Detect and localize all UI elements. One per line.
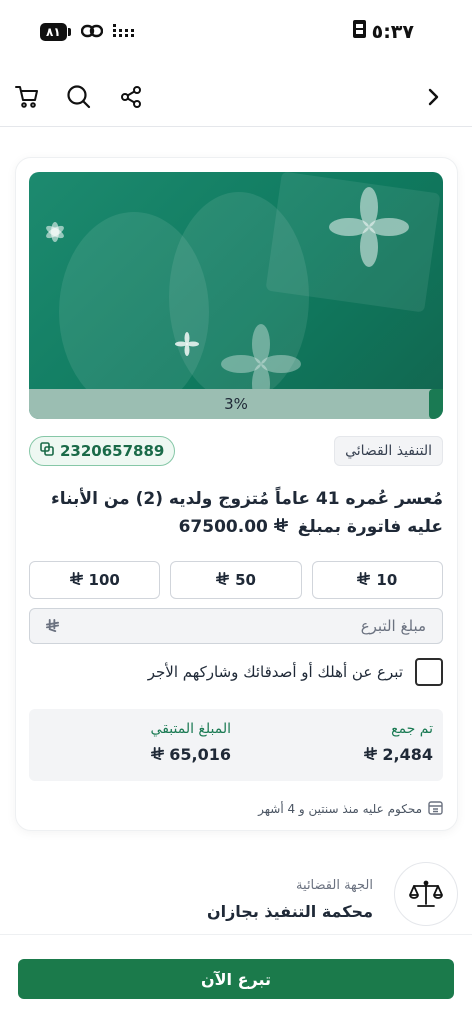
riyal-icon: [357, 571, 371, 589]
progress-bar: 3%: [29, 389, 443, 419]
donation-amount-input[interactable]: [30, 609, 442, 643]
case-id-chip[interactable]: 2320657889: [29, 436, 176, 466]
riyal-icon: [46, 618, 59, 636]
progress-label: 3%: [224, 395, 248, 413]
collected-label: تم جمع: [391, 721, 433, 737]
gift-donation-checkbox[interactable]: [415, 658, 443, 686]
amount-button-100[interactable]: 100: [29, 561, 161, 599]
remaining-value: 65,016: [169, 745, 231, 764]
riyal-icon: [69, 571, 83, 589]
signal-icon: [112, 22, 135, 42]
case-title: مُعسر عُمره 41 عاماً مُتزوج ولديه (2) من…: [29, 485, 443, 541]
clock: ٥:٣٧: [371, 20, 414, 43]
case-id: 2320657889: [60, 442, 165, 460]
battery-icon: ٨١: [40, 23, 71, 41]
collected-value-row: 2,484: [363, 745, 433, 764]
share-icon[interactable]: [116, 82, 146, 112]
status-bar: ٨١ ٥:٣٧: [0, 0, 472, 64]
status-right: ٥:٣٧: [352, 20, 414, 43]
riyal-icon: [363, 745, 377, 764]
sim-icon: [352, 20, 366, 43]
donation-amount-field[interactable]: [29, 608, 443, 644]
remaining-label: المبلغ المتبقي: [150, 721, 231, 737]
remaining-stat: المبلغ المتبقي 65,016: [151, 721, 231, 764]
court-label: الجهة القضائية: [296, 878, 373, 893]
riyal-icon: [216, 571, 230, 589]
calendar-icon: [428, 800, 443, 818]
link-icon: [80, 23, 103, 42]
court-info: الجهة القضائية محكمة التنفيذ بجازان: [207, 862, 458, 926]
riyal-icon: [150, 745, 164, 764]
status-left: ٨١: [40, 22, 135, 42]
quick-amounts: 10 50 100: [29, 561, 443, 599]
sentence-note: محكوم عليه منذ سنتين و 4 أشهر: [29, 800, 443, 818]
amount-button-50[interactable]: 50: [170, 561, 302, 599]
court-name: محكمة التنفيذ بجازان: [206, 902, 373, 921]
decorative-flowers-icon: [46, 187, 409, 404]
copy-icon[interactable]: [40, 442, 54, 460]
gift-donation-option[interactable]: تبرع عن أهلك أو أصدقائك وشاركهم الأجر: [29, 656, 443, 688]
case-tags: 2320657889 التنفيذ القضائي: [29, 436, 443, 468]
cart-icon[interactable]: [12, 82, 42, 112]
remaining-value-row: 65,016: [150, 745, 231, 764]
scales-icon: [394, 862, 458, 926]
donate-now-button[interactable]: تبرع الآن: [18, 959, 454, 999]
collected-stat: تم جمع 2,484: [363, 721, 433, 764]
battery-level: ٨١: [40, 23, 67, 41]
category-badge: التنفيذ القضائي: [334, 436, 443, 466]
amount-button-10[interactable]: 10: [311, 561, 443, 599]
search-icon[interactable]: [64, 82, 94, 112]
gift-donation-label: تبرع عن أهلك أو أصدقائك وشاركهم الأجر: [147, 663, 403, 681]
back-chevron-icon[interactable]: [418, 82, 448, 112]
case-amount: 67500.00: [178, 517, 268, 537]
donation-stats: تم جمع 2,484 المبلغ المتبقي 65,016: [29, 709, 443, 781]
riyal-icon: [273, 513, 288, 541]
nav-divider: [0, 126, 472, 127]
top-nav: [0, 72, 472, 122]
collected-value: 2,484: [382, 745, 433, 764]
sentence-note-text: محكوم عليه منذ سنتين و 4 أشهر: [258, 802, 422, 816]
case-image: 3%: [29, 172, 443, 419]
